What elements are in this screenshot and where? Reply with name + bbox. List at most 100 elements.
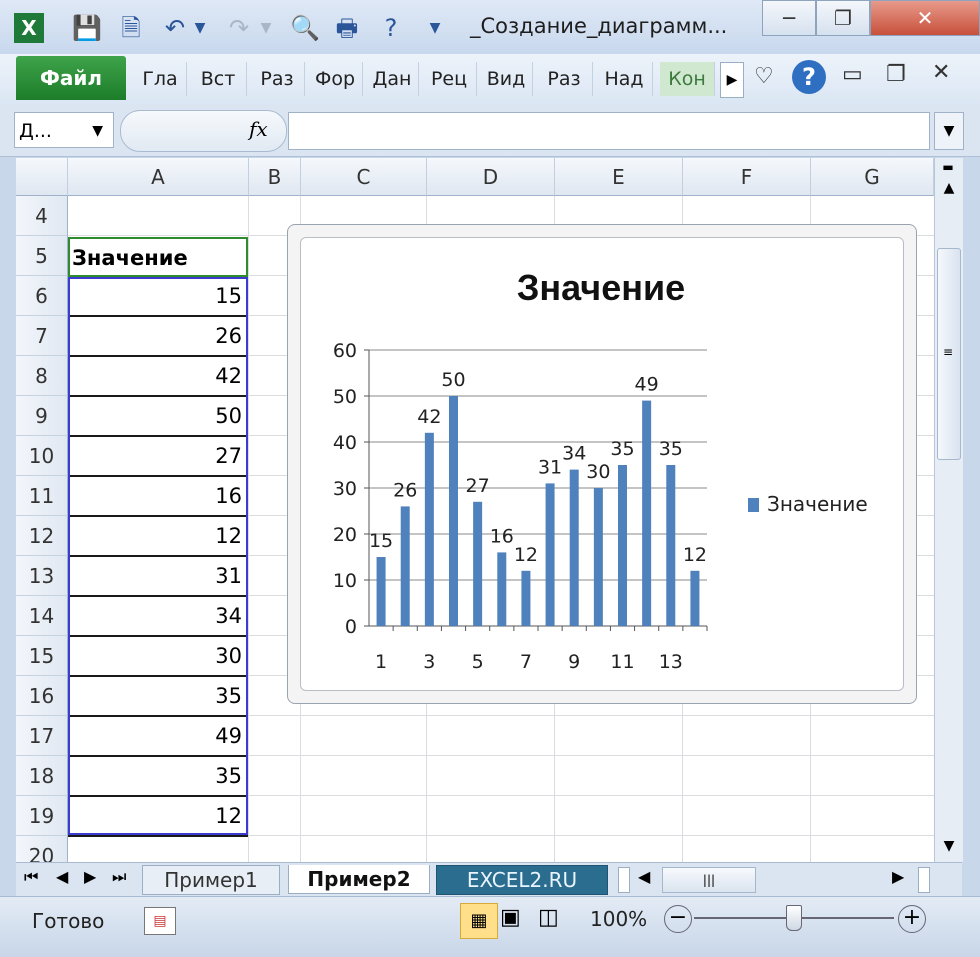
row-header[interactable]: 7 (16, 316, 68, 356)
column-header-e[interactable]: E (555, 158, 683, 196)
plot-area[interactable]: 0102030405060152642502716123134303549351… (333, 340, 708, 673)
redo-icon: ↷ (228, 14, 250, 42)
column-header-c[interactable]: C (301, 158, 427, 196)
tab-chart-tools[interactable]: Кон (660, 62, 715, 96)
ribbon-minimize-icon[interactable]: ▭ (842, 62, 863, 87)
window-restore-icon[interactable]: ❐ (886, 62, 906, 87)
first-sheet-icon[interactable]: ⏮ (24, 867, 38, 887)
print-preview-icon[interactable]: 🔍 (288, 10, 322, 46)
row-header[interactable]: 6 (16, 276, 68, 316)
restore-button[interactable]: ❐ (816, 0, 870, 36)
split-box-icon[interactable]: ▬ (937, 160, 959, 174)
chart-bar (642, 400, 652, 626)
row-header[interactable]: 17 (16, 716, 68, 756)
select-all-corner[interactable] (16, 158, 68, 196)
row-header[interactable]: 19 (16, 796, 68, 836)
x-tick-label: 13 (659, 651, 683, 673)
scroll-up-icon[interactable]: ▲ (939, 180, 959, 200)
prev-sheet-icon[interactable]: ◀ (56, 867, 68, 886)
customize-toolbar-icon[interactable]: ▼ (424, 10, 446, 46)
tab-review[interactable]: Рец (422, 62, 477, 96)
data-range-selection-border (68, 277, 248, 835)
row-header[interactable]: 9 (16, 396, 68, 436)
formula-bar: Д... ▼ fx ▼ (0, 104, 980, 157)
tab-addins[interactable]: Над (596, 62, 653, 96)
insert-function-icon[interactable]: fx (249, 117, 268, 141)
sheet-tab-primer2[interactable]: Пример2 (288, 865, 430, 894)
help-icon[interactable]: ? (792, 60, 826, 94)
help-arrow-icon[interactable]: ? (374, 10, 408, 46)
sheet-tab-excel2ru[interactable]: EXCEL2.RU (436, 865, 608, 895)
zoom-slider-thumb[interactable] (786, 905, 802, 931)
tab-insert[interactable]: Вст (190, 62, 247, 96)
x-tick-label: 1 (375, 651, 387, 673)
tab-formulas[interactable]: Фор (308, 62, 363, 96)
excel-app-icon[interactable]: X (14, 13, 44, 43)
heart-icon[interactable]: ♡ (754, 64, 774, 89)
zoom-out-icon[interactable]: − (664, 905, 692, 933)
row-header[interactable]: 14 (16, 596, 68, 636)
tab-view[interactable]: Вид (480, 62, 533, 96)
ribbon-scroll-right-icon[interactable]: ▶ (720, 62, 744, 98)
chart-area[interactable]: Значение 0 10 20 30 40 50 60 15 26 42 50 27 16 12 31 34… (300, 237, 904, 691)
row-header[interactable]: 18 (16, 756, 68, 796)
row-header[interactable]: 13 (16, 556, 68, 596)
row-header[interactable]: 11 (16, 476, 68, 516)
scroll-down-icon[interactable]: ▼ (939, 838, 959, 858)
print-icon[interactable]: 🖶 (330, 10, 364, 46)
column-header-b[interactable]: B (249, 158, 301, 196)
chart-bar (569, 469, 579, 626)
name-box[interactable]: Д... ▼ (14, 112, 114, 148)
file-tab[interactable]: Файл (16, 56, 126, 100)
chart-title[interactable]: Значение (517, 267, 685, 308)
page-layout-view-icon[interactable]: ▣ (500, 905, 521, 930)
name-box-dropdown-icon[interactable]: ▼ (92, 113, 103, 149)
formula-input[interactable] (288, 112, 930, 150)
row-header[interactable]: 8 (16, 356, 68, 396)
minimize-button[interactable]: ─ (762, 0, 816, 36)
column-header-g[interactable]: G (811, 158, 934, 196)
zoom-in-icon[interactable]: + (898, 905, 926, 933)
row-header[interactable]: 20 (16, 836, 68, 862)
data-label: 12 (683, 544, 707, 566)
page-break-view-icon[interactable]: ◫ (538, 905, 559, 930)
undo-icon[interactable]: ↶ (158, 10, 192, 46)
horizontal-scroll-thumb[interactable]: ||| (662, 867, 756, 893)
close-button[interactable]: ✕ (870, 0, 980, 36)
tab-split-handle[interactable] (618, 867, 630, 893)
zoom-level[interactable]: 100% (590, 907, 647, 931)
vertical-scroll-thumb[interactable]: ≡ (937, 248, 961, 460)
last-sheet-icon[interactable]: ⏭ (112, 867, 126, 887)
row-header[interactable]: 4 (16, 196, 68, 236)
scroll-right-icon[interactable]: ▶ (892, 867, 904, 886)
column-header-d[interactable]: D (427, 158, 555, 196)
scroll-left-icon[interactable]: ◀ (638, 867, 650, 886)
next-sheet-icon[interactable]: ▶ (84, 867, 96, 886)
spreadsheet-grid[interactable]: A B C D E F G 4 5 6 7 8 9 10 11 12 13 14 15 16 17 18 19… (16, 158, 934, 862)
y-tick-label: 60 (333, 340, 357, 362)
sheet-tab-primer1[interactable]: Пример1 (142, 865, 280, 895)
macro-record-icon[interactable]: ▤ (144, 907, 176, 935)
save-icon[interactable]: 💾 (70, 10, 104, 46)
row-header[interactable]: 16 (16, 676, 68, 716)
tab-page-layout[interactable]: Раз (250, 62, 305, 96)
expand-formula-bar-icon[interactable]: ▼ (934, 112, 964, 150)
chart-svg: Значение 0102030405060152642502716123134… (333, 267, 868, 673)
column-header-a[interactable]: A (68, 158, 249, 196)
row-header[interactable]: 5 (16, 236, 68, 276)
save-as-icon[interactable]: 🗎 (114, 10, 148, 46)
workbook-close-icon[interactable]: ✕ (932, 60, 950, 85)
tab-data[interactable]: Дан (366, 62, 419, 96)
row-header[interactable]: 12 (16, 516, 68, 556)
tab-home[interactable]: Гла (134, 62, 187, 96)
legend-label[interactable]: Значение (767, 492, 868, 516)
undo-dropdown-icon[interactable]: ▼ (190, 10, 210, 46)
vertical-scrollbar[interactable]: ▬ ▲ ≡ ▼ (934, 158, 963, 862)
row-header[interactable]: 15 (16, 636, 68, 676)
hscroll-split-handle[interactable] (918, 867, 930, 893)
tab-developer[interactable]: Раз (536, 62, 593, 96)
column-header-f[interactable]: F (683, 158, 811, 196)
row-header[interactable]: 10 (16, 436, 68, 476)
chart-object[interactable]: Значение 0 10 20 30 40 50 60 15 26 42 50 27 16 12 31 34… (287, 224, 917, 704)
normal-view-icon[interactable]: ▦ (460, 903, 498, 939)
